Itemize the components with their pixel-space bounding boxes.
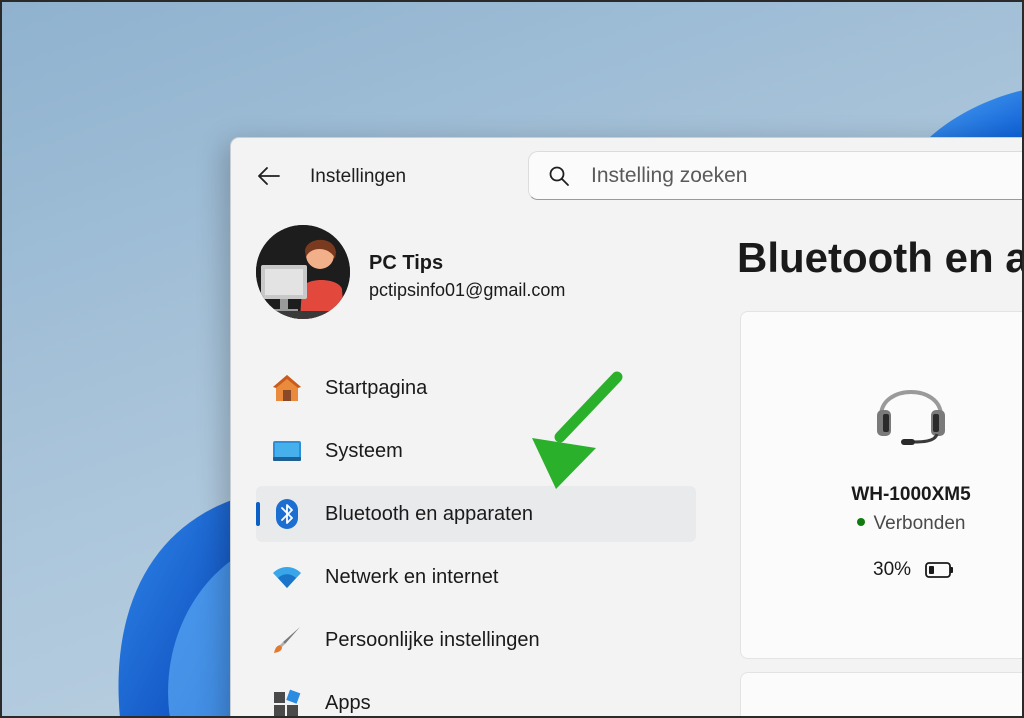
- sidebar-item-label: Netwerk en internet: [325, 565, 499, 588]
- device-status-text: Verbonden: [873, 513, 966, 534]
- sidebar-item-label: Systeem: [325, 439, 403, 462]
- device-card-2[interactable]: [740, 672, 1024, 718]
- battery-icon: [925, 562, 954, 578]
- user-illustration: [256, 225, 350, 319]
- sidebar-item-systeem[interactable]: Systeem: [256, 423, 696, 479]
- connected-dot: [856, 517, 865, 526]
- device-name: WH-1000XM5: [851, 484, 971, 505]
- bluetooth-icon: [270, 498, 304, 530]
- sidebar-item-label: Persoonlijke instellingen: [325, 628, 540, 651]
- search-icon: [549, 166, 569, 186]
- user-name: PC Tips: [369, 252, 444, 274]
- wifi-icon: [270, 561, 304, 593]
- window-title: Instellingen: [310, 166, 407, 187]
- sidebar-item-bluetooth[interactable]: Bluetooth en apparaten: [256, 486, 696, 542]
- sidebar-item-startpagina[interactable]: Startpagina: [256, 360, 696, 416]
- apps-icon: [270, 687, 304, 718]
- avatar[interactable]: [256, 225, 350, 319]
- sidebar-nav: Startpagina Systeem Bluetooth en apparat…: [256, 360, 696, 718]
- back-button[interactable]: [255, 164, 283, 188]
- battery-level: 30%: [873, 559, 912, 580]
- user-email: pctipsinfo01@gmail.com: [369, 280, 566, 300]
- sidebar-item-persoonlijk[interactable]: Persoonlijke instellingen: [256, 612, 696, 668]
- arrow-left-icon: [258, 167, 280, 185]
- battery-row: 30%: [873, 559, 955, 581]
- paintbrush-icon: [270, 624, 304, 656]
- sidebar-item-label: Startpagina: [325, 376, 428, 399]
- sidebar-item-netwerk[interactable]: Netwerk en internet: [256, 549, 696, 605]
- headset-icon: [877, 390, 945, 445]
- device-status: Verbonden: [741, 513, 1024, 535]
- home-icon: [270, 372, 304, 404]
- monitor-icon: [270, 435, 304, 467]
- settings-window: Instellingen PC Tips pctipsinfo01@gmail.…: [230, 137, 1024, 718]
- sidebar-item-label: Apps: [325, 691, 371, 714]
- sidebar-item-apps[interactable]: Apps: [256, 675, 696, 718]
- page-title: Bluetooth en a: [737, 234, 1024, 281]
- device-card[interactable]: WH-1000XM5 Verbonden 30%: [740, 311, 1024, 659]
- active-indicator: [256, 502, 260, 526]
- search-box[interactable]: [528, 151, 1024, 200]
- sidebar-item-label: Bluetooth en apparaten: [325, 502, 533, 525]
- search-input[interactable]: [591, 162, 1011, 190]
